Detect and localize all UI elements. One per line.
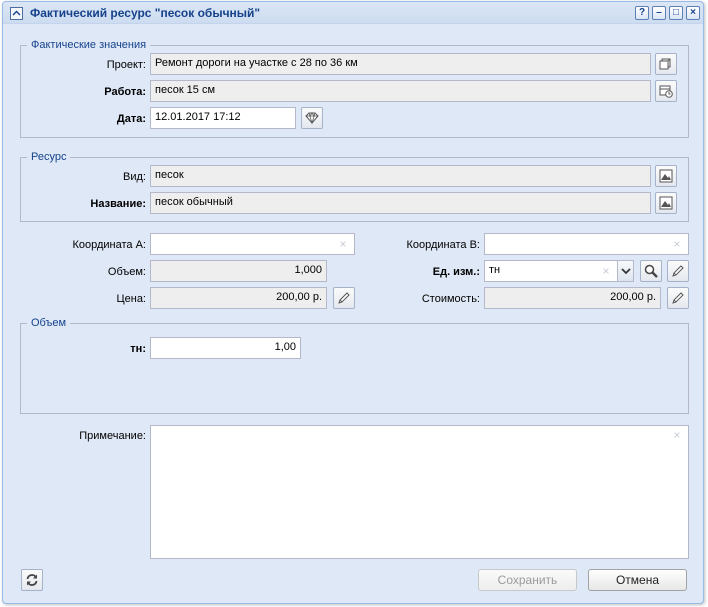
- volume-field: 1,000: [150, 260, 327, 282]
- coord-a-label: Координата А:: [72, 239, 146, 251]
- search-icon: [644, 264, 658, 278]
- cost-label: Стоимость:: [421, 293, 480, 305]
- cost-edit-button[interactable]: [667, 287, 689, 309]
- kind-select-button[interactable]: [655, 165, 677, 187]
- unit-search-button[interactable]: [640, 260, 662, 282]
- note-clear-icon[interactable]: ×: [671, 429, 683, 441]
- work-label: Работа:: [104, 86, 146, 98]
- date-field[interactable]: 12.01.2017 17:12: [150, 107, 296, 129]
- resource-dialog: Фактический ресурс "песок обычный" ? – □…: [2, 1, 704, 604]
- price-field: 200,00 р.: [150, 287, 327, 309]
- calendar-clock-icon: [659, 85, 673, 98]
- date-label: Дата:: [116, 113, 146, 125]
- cost-field: 200,00 р.: [484, 287, 661, 309]
- unit-label: Ед. изм.:: [432, 266, 480, 278]
- kind-field[interactable]: песок: [150, 165, 651, 187]
- volume-group-legend: Объем: [31, 317, 67, 329]
- project-field[interactable]: Ремонт дороги на участке с 28 по 36 км: [150, 53, 651, 75]
- picture-icon: [659, 169, 673, 183]
- price-label: Цена:: [116, 293, 146, 305]
- work-select-button[interactable]: [655, 80, 677, 102]
- note-textarea[interactable]: [150, 425, 689, 559]
- unit-dropdown-trigger[interactable]: [617, 260, 634, 282]
- project-label: Проект:: [106, 59, 146, 71]
- refresh-icon: [26, 574, 38, 586]
- tn-input[interactable]: 1,00: [150, 337, 301, 359]
- coord-b-clear-icon[interactable]: ×: [671, 238, 683, 250]
- copy-icon: [659, 58, 671, 70]
- refresh-button[interactable]: [21, 569, 43, 591]
- coord-a-clear-icon[interactable]: ×: [337, 238, 349, 250]
- work-field[interactable]: песок 15 см: [150, 80, 651, 102]
- diamond-icon: [305, 112, 319, 125]
- actual-values-legend: Фактические значения: [31, 39, 147, 51]
- minimize-button[interactable]: –: [652, 6, 666, 20]
- collapse-icon[interactable]: [10, 7, 23, 20]
- window-title: Фактический ресурс "песок обычный": [30, 6, 261, 20]
- date-picker-button[interactable]: [301, 107, 323, 129]
- close-button[interactable]: ×: [686, 6, 700, 20]
- name-select-button[interactable]: [655, 192, 677, 214]
- pencil-icon: [338, 292, 350, 304]
- resource-legend: Ресурс: [31, 151, 67, 163]
- picture-icon: [659, 196, 673, 210]
- coord-b-input[interactable]: [484, 233, 689, 255]
- maximize-button[interactable]: □: [669, 6, 683, 20]
- cancel-button[interactable]: Отмена: [588, 569, 687, 591]
- name-label: Название:: [90, 198, 146, 210]
- note-label: Примечание:: [79, 430, 146, 442]
- title-bar[interactable]: Фактический ресурс "песок обычный" ? – □…: [3, 2, 703, 24]
- unit-combo[interactable]: тн: [484, 260, 618, 282]
- pencil-icon: [672, 265, 684, 277]
- chevron-down-icon: [621, 268, 631, 275]
- save-button[interactable]: Сохранить: [478, 569, 577, 591]
- pencil-icon: [672, 292, 684, 304]
- project-select-button[interactable]: [655, 53, 677, 75]
- unit-clear-icon[interactable]: ×: [600, 265, 612, 277]
- unit-edit-button[interactable]: [667, 260, 689, 282]
- help-button[interactable]: ?: [635, 6, 649, 20]
- price-edit-button[interactable]: [333, 287, 355, 309]
- coord-b-label: Координата В:: [406, 239, 480, 251]
- volume-label: Объем:: [107, 266, 146, 278]
- coord-a-input[interactable]: [150, 233, 355, 255]
- tn-label: тн:: [130, 343, 146, 355]
- volume-group: Объем: [20, 317, 689, 414]
- name-field[interactable]: песок обычный: [150, 192, 651, 214]
- kind-label: Вид:: [123, 171, 146, 183]
